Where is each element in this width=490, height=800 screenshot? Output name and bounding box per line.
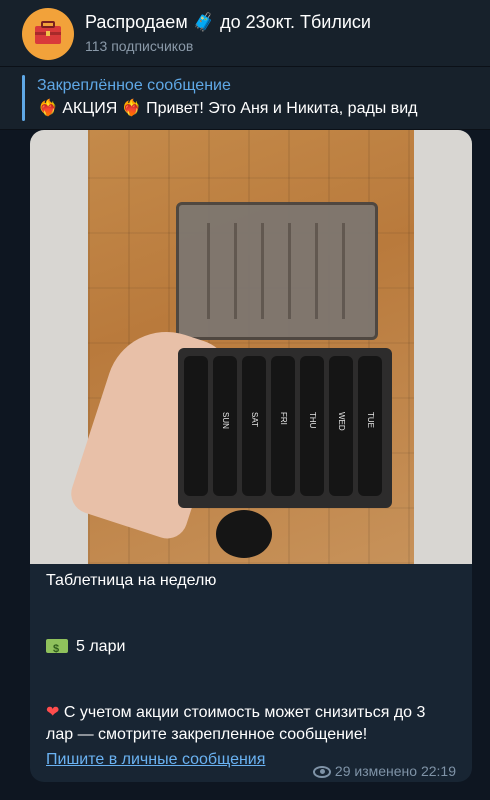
channel-title[interactable]: Распродаем 🧳 до 23окт. Тбилиси bbox=[85, 12, 371, 33]
pillbox-label-fri: FRI bbox=[279, 412, 288, 425]
subscriber-count: 113 подписчиков bbox=[85, 38, 194, 54]
pillbox-label-sun: SUN bbox=[221, 412, 230, 429]
caption-title: Таблетница на неделю bbox=[46, 572, 217, 589]
pillbox-label-sat: SAT bbox=[250, 412, 259, 427]
pillbox-label-wed: WED bbox=[337, 412, 346, 431]
message-caption: Таблетница на неделю 5 лари ❤ С учетом а… bbox=[46, 570, 456, 746]
message-meta: 29 изменено 22:19 bbox=[312, 763, 456, 779]
photo-shoe bbox=[216, 510, 272, 558]
eye-icon bbox=[312, 766, 331, 778]
pillbox-label-tue: TUE bbox=[366, 412, 375, 428]
direct-message-link[interactable]: Пишите в личные сообщения bbox=[46, 751, 265, 769]
heart-fire-icon: ❤ bbox=[46, 704, 60, 721]
pinned-label: Закреплённое сообщение bbox=[37, 77, 231, 94]
channel-header[interactable]: Распродаем 🧳 до 23окт. Тбилиси 113 подпи… bbox=[0, 0, 490, 67]
message-photo[interactable]: SUN SAT FRI THU WED TUE bbox=[30, 130, 472, 564]
pillbox-lid bbox=[176, 202, 378, 340]
toolbox-icon bbox=[35, 21, 61, 44]
money-icon bbox=[46, 638, 68, 660]
pinned-message-bar[interactable]: Закреплённое сообщение ❤️‍🔥 АКЦИЯ ❤️‍🔥 П… bbox=[0, 67, 490, 130]
pillbox-base: SUN SAT FRI THU WED TUE bbox=[178, 348, 392, 508]
pinned-preview: ❤️‍🔥 АКЦИЯ ❤️‍🔥 Привет! Это Аня и Никита… bbox=[38, 100, 418, 117]
pinned-indicator bbox=[22, 75, 25, 121]
message-bubble[interactable]: SUN SAT FRI THU WED TUE Таблетница на не… bbox=[30, 130, 472, 782]
caption-price: 5 лари bbox=[46, 636, 456, 660]
channel-avatar[interactable] bbox=[22, 8, 74, 60]
pillbox-label-thu: THU bbox=[308, 412, 317, 429]
caption-discount: ❤ С учетом акции стоимость может снизить… bbox=[46, 704, 426, 743]
